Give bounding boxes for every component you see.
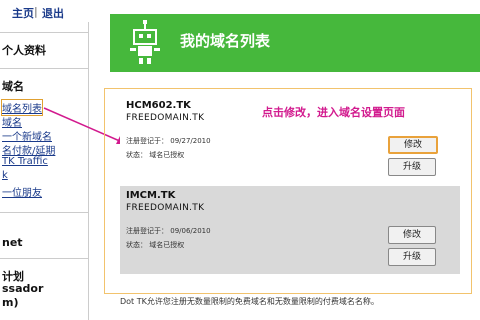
status-label: 状态： [126, 151, 147, 159]
sidebar-section-domains: 域名 [2, 80, 24, 93]
sidebar-item-m[interactable]: m) [2, 296, 19, 309]
page-title: 我的域名列表 [180, 32, 271, 50]
page-banner: 我的域名列表 [110, 14, 480, 72]
domain-provider: FREEDOMAIN.TK [126, 113, 205, 123]
registration-label: 注册登记于： [126, 137, 168, 145]
status-info: 状态： 域名已授权 [126, 240, 184, 250]
divider [0, 32, 88, 33]
status-value: 域名已授权 [149, 241, 185, 249]
divider [0, 68, 88, 69]
domain-card: IMCM.TK FREEDOMAIN.TK 注册登记于： 09/06/2010 … [120, 186, 460, 274]
edit-button[interactable]: 修改 [388, 226, 436, 244]
sidebar-item-ambassador[interactable]: ssador [2, 282, 43, 295]
registration-info: 注册登记于： 09/06/2010 [126, 226, 211, 236]
divider [0, 258, 88, 259]
sidebar-item-k[interactable]: k [2, 170, 8, 181]
sidebar: 个人资料 域名 域名列表 域名 一个新域名 名付款/延期 TK Traffic … [0, 22, 89, 320]
nav-separator: | [34, 5, 38, 18]
divider [0, 212, 88, 213]
status-info: 状态： 域名已授权 [126, 150, 184, 160]
registration-label: 注册登记于： [126, 227, 168, 235]
sidebar-item-personal[interactable]: 个人资料 [2, 42, 46, 58]
sidebar-item-net[interactable]: net [2, 236, 23, 249]
domain-name: IMCM.TK [126, 190, 176, 201]
instruction-annotation: 点击修改，进入域名设置页面 [262, 106, 405, 119]
edit-button[interactable]: 修改 [388, 136, 438, 154]
status-value: 域名已授权 [149, 151, 185, 159]
robot-logo-icon [130, 20, 160, 64]
registration-info: 注册登记于： 09/27/2010 [126, 136, 211, 146]
top-nav: 主页 | 退出 [0, 0, 120, 22]
footer-note: Dot TK允许您注册无数量限制的免费域名和无数量限制的付费域名名称。 [120, 297, 379, 306]
sidebar-item-domain-list[interactable]: 域名列表 [1, 99, 43, 116]
registration-date: 09/06/2010 [170, 227, 211, 235]
registration-date: 09/27/2010 [170, 137, 211, 145]
upgrade-button[interactable]: 升级 [388, 248, 436, 266]
logout-link[interactable]: 退出 [42, 5, 64, 21]
domain-name: HCM602.TK [126, 100, 191, 111]
sidebar-item-domain[interactable]: 域名 [2, 114, 22, 129]
domain-provider: FREEDOMAIN.TK [126, 203, 205, 213]
home-link[interactable]: 主页 [12, 5, 34, 21]
sidebar-item-friend[interactable]: 一位朋友 [2, 184, 42, 199]
upgrade-button[interactable]: 升级 [388, 158, 436, 176]
status-label: 状态： [126, 241, 147, 249]
sidebar-item-traffic[interactable]: TK Traffic [2, 156, 48, 167]
